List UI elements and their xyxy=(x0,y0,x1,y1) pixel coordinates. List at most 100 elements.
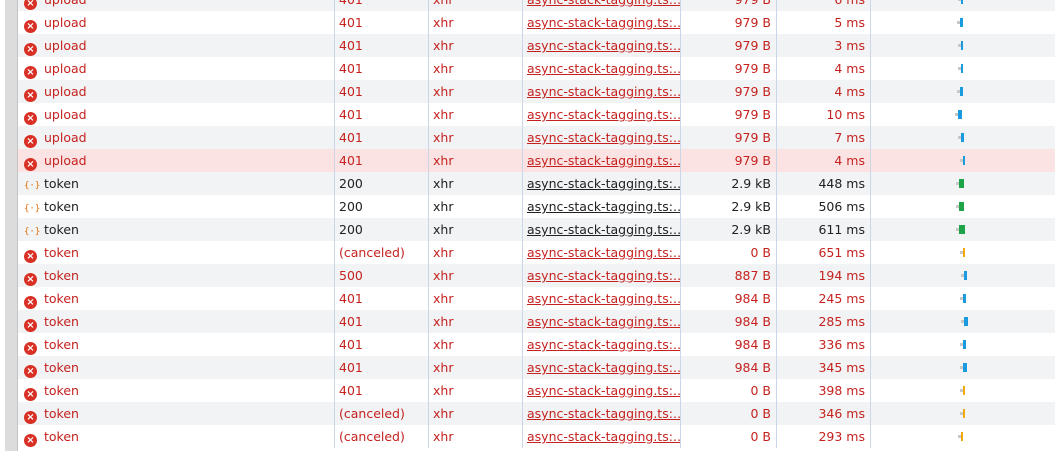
table-row[interactable]: {·} token 200 xhr async-stack-tagging.ts:… 2.… xyxy=(18,218,1055,241)
column-divider xyxy=(428,0,429,11)
table-row[interactable]: × upload 401 xhr async-stack-tagging.ts:… 979… xyxy=(18,0,1055,11)
name-cell[interactable]: × token xyxy=(18,425,334,448)
table-row[interactable]: × token 401 xhr async-stack-tagging.ts:… 0 B 3… xyxy=(18,379,1055,402)
initiator-link-text[interactable]: async-stack-tagging.ts:… xyxy=(527,314,680,329)
column-divider xyxy=(680,379,681,402)
column-divider xyxy=(870,172,871,195)
initiator-link-text[interactable]: async-stack-tagging.ts:… xyxy=(527,15,680,30)
table-row[interactable]: × upload 401 xhr async-stack-tagging.ts:… 979… xyxy=(18,149,1055,172)
size-cell-text: 0 B xyxy=(750,429,771,444)
initiator-link[interactable]: async-stack-tagging.ts:… xyxy=(522,287,680,310)
initiator-link[interactable]: async-stack-tagging.ts:… xyxy=(522,57,680,80)
initiator-link-text[interactable]: async-stack-tagging.ts:… xyxy=(527,291,680,306)
table-row[interactable]: × token 401 xhr async-stack-tagging.ts:… 984 … xyxy=(18,287,1055,310)
name-cell[interactable]: × token xyxy=(18,310,334,333)
initiator-link-text[interactable]: async-stack-tagging.ts:… xyxy=(527,268,680,283)
initiator-link[interactable]: async-stack-tagging.ts:… xyxy=(522,310,680,333)
time-cell-text: 194 ms xyxy=(818,268,865,283)
name-cell[interactable]: × token xyxy=(18,402,334,425)
column-divider xyxy=(870,333,871,356)
name-cell[interactable]: × token xyxy=(18,333,334,356)
initiator-link-text[interactable]: async-stack-tagging.ts:… xyxy=(527,107,680,122)
name-cell[interactable]: × upload xyxy=(18,103,334,126)
table-row[interactable]: {·} token 200 xhr async-stack-tagging.ts:… 2.… xyxy=(18,172,1055,195)
column-divider xyxy=(680,356,681,379)
initiator-link-text[interactable]: async-stack-tagging.ts:… xyxy=(527,0,680,7)
initiator-link[interactable]: async-stack-tagging.ts:… xyxy=(522,241,680,264)
table-row[interactable]: × token 401 xhr async-stack-tagging.ts:… 984 … xyxy=(18,310,1055,333)
initiator-link-text[interactable]: async-stack-tagging.ts:… xyxy=(527,406,680,421)
time-cell: 336 ms xyxy=(776,333,870,356)
name-cell[interactable]: × upload xyxy=(18,80,334,103)
initiator-link[interactable]: async-stack-tagging.ts:… xyxy=(522,34,680,57)
table-row[interactable]: × token 401 xhr async-stack-tagging.ts:… 984 … xyxy=(18,356,1055,379)
column-divider xyxy=(776,425,777,448)
table-row[interactable]: × token (canceled) xhr async-stack-tagging.t… xyxy=(18,402,1055,425)
initiator-link[interactable]: async-stack-tagging.ts:… xyxy=(522,11,680,34)
table-row[interactable]: × token (canceled) xhr async-stack-tagging.t… xyxy=(18,425,1055,448)
table-row[interactable]: × upload 401 xhr async-stack-tagging.ts:… 979… xyxy=(18,57,1055,80)
initiator-link-text[interactable]: async-stack-tagging.ts:… xyxy=(527,38,680,53)
initiator-link[interactable]: async-stack-tagging.ts:… xyxy=(522,264,680,287)
initiator-link[interactable]: async-stack-tagging.ts:… xyxy=(522,425,680,448)
name-cell[interactable]: × upload xyxy=(18,11,334,34)
status-cell-text: 401 xyxy=(339,291,363,306)
table-row[interactable]: × upload 401 xhr async-stack-tagging.ts:… 979… xyxy=(18,80,1055,103)
name-cell[interactable]: × upload xyxy=(18,57,334,80)
table-row[interactable]: × upload 401 xhr async-stack-tagging.ts:… 979… xyxy=(18,126,1055,149)
initiator-link-text[interactable]: async-stack-tagging.ts:… xyxy=(527,360,680,375)
initiator-link[interactable]: async-stack-tagging.ts:… xyxy=(522,218,680,241)
initiator-link[interactable]: async-stack-tagging.ts:… xyxy=(522,402,680,425)
initiator-link-text[interactable]: async-stack-tagging.ts:… xyxy=(527,176,680,191)
initiator-link-text[interactable]: async-stack-tagging.ts:… xyxy=(527,153,680,168)
name-cell[interactable]: × token xyxy=(18,356,334,379)
column-divider xyxy=(680,11,681,34)
initiator-link[interactable]: async-stack-tagging.ts:… xyxy=(522,333,680,356)
initiator-link-text[interactable]: async-stack-tagging.ts:… xyxy=(527,130,680,145)
initiator-link-text[interactable]: async-stack-tagging.ts:… xyxy=(527,222,680,237)
table-row[interactable]: × token 500 xhr async-stack-tagging.ts:… 887 … xyxy=(18,264,1055,287)
initiator-link[interactable]: async-stack-tagging.ts:… xyxy=(522,126,680,149)
status-cell: 401 xyxy=(334,287,428,310)
waterfall-cell xyxy=(870,80,1055,103)
table-row[interactable]: × upload 401 xhr async-stack-tagging.ts:… 979… xyxy=(18,11,1055,34)
name-cell[interactable]: × upload xyxy=(18,149,334,172)
initiator-link[interactable]: async-stack-tagging.ts:… xyxy=(522,103,680,126)
initiator-link-text[interactable]: async-stack-tagging.ts:… xyxy=(527,383,680,398)
column-divider xyxy=(522,287,523,310)
name-cell[interactable]: {·} token xyxy=(18,172,334,195)
error-icon: × xyxy=(24,43,37,56)
initiator-link[interactable]: async-stack-tagging.ts:… xyxy=(522,172,680,195)
name-cell[interactable]: × token xyxy=(18,264,334,287)
type-cell-text: xhr xyxy=(433,291,454,306)
table-row[interactable]: {·} token 200 xhr async-stack-tagging.ts:… 2.… xyxy=(18,195,1055,218)
initiator-link[interactable]: async-stack-tagging.ts:… xyxy=(522,0,680,11)
name-cell[interactable]: × token xyxy=(18,287,334,310)
request-name: upload xyxy=(44,130,87,145)
type-cell: xhr xyxy=(428,0,522,11)
name-cell[interactable]: × upload xyxy=(18,0,334,11)
table-row[interactable]: × token (canceled) xhr async-stack-tagging.t… xyxy=(18,241,1055,264)
name-cell[interactable]: × token xyxy=(18,241,334,264)
initiator-link-text[interactable]: async-stack-tagging.ts:… xyxy=(527,61,680,76)
request-name: upload xyxy=(44,15,87,30)
name-cell[interactable]: {·} token xyxy=(18,218,334,241)
name-cell[interactable]: × upload xyxy=(18,126,334,149)
initiator-link-text[interactable]: async-stack-tagging.ts:… xyxy=(527,84,680,99)
initiator-link-text[interactable]: async-stack-tagging.ts:… xyxy=(527,429,680,444)
initiator-link-text[interactable]: async-stack-tagging.ts:… xyxy=(527,337,680,352)
initiator-link[interactable]: async-stack-tagging.ts:… xyxy=(522,195,680,218)
table-row[interactable]: × upload 401 xhr async-stack-tagging.ts:… 979… xyxy=(18,103,1055,126)
table-row[interactable]: × token 401 xhr async-stack-tagging.ts:… 984 … xyxy=(18,333,1055,356)
initiator-link[interactable]: async-stack-tagging.ts:… xyxy=(522,356,680,379)
initiator-link[interactable]: async-stack-tagging.ts:… xyxy=(522,149,680,172)
name-cell[interactable]: × token xyxy=(18,379,334,402)
waterfall-cell xyxy=(870,241,1055,264)
name-cell[interactable]: × upload xyxy=(18,34,334,57)
initiator-link[interactable]: async-stack-tagging.ts:… xyxy=(522,379,680,402)
table-row[interactable]: × upload 401 xhr async-stack-tagging.ts:… 979… xyxy=(18,34,1055,57)
initiator-link[interactable]: async-stack-tagging.ts:… xyxy=(522,80,680,103)
initiator-link-text[interactable]: async-stack-tagging.ts:… xyxy=(527,245,680,260)
initiator-link-text[interactable]: async-stack-tagging.ts:… xyxy=(527,199,680,214)
name-cell[interactable]: {·} token xyxy=(18,195,334,218)
